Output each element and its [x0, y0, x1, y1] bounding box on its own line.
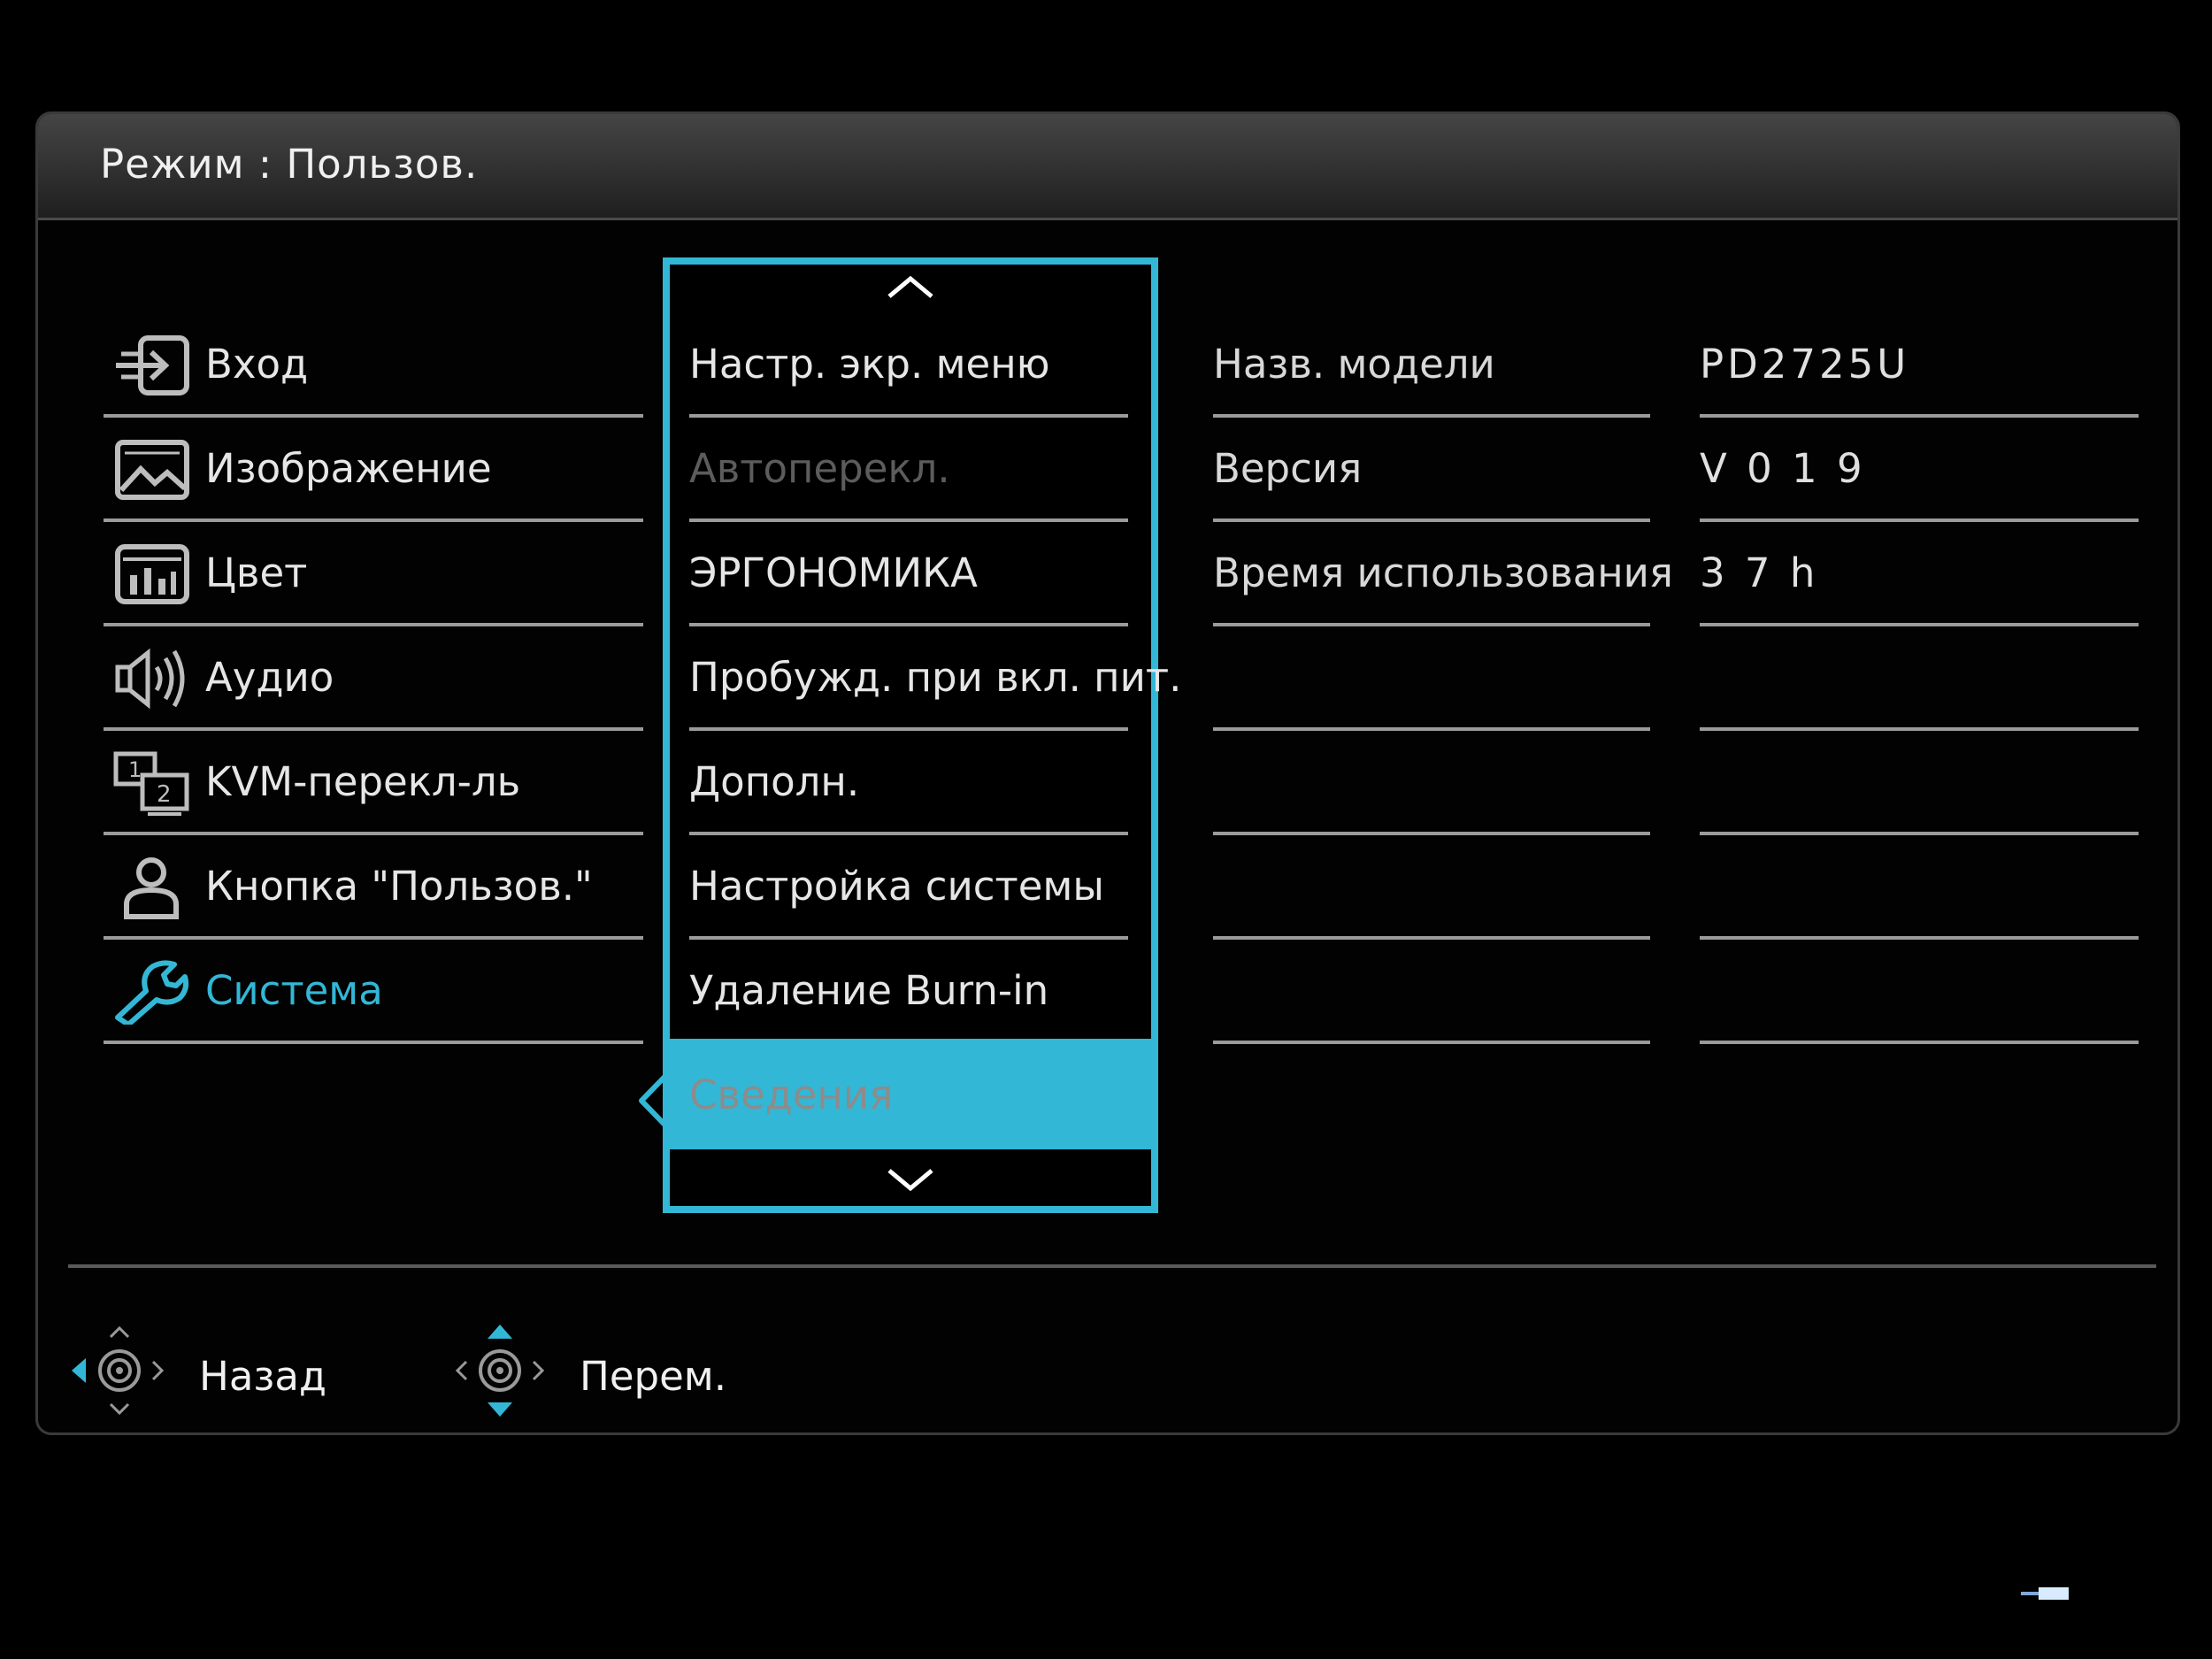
info-label-text: Время использования [1213, 549, 1673, 596]
menu-item-label: Аудио [205, 654, 334, 701]
wrench-icon [115, 960, 189, 1025]
osd-menu: Режим : Пользов. Вход Изображение Цвет А… [35, 111, 2180, 1435]
info-value-text: PD2725U [1700, 341, 1910, 388]
joystick-updown-icon [455, 1325, 545, 1417]
menu-item-input[interactable]: Вход [104, 313, 643, 418]
submenu-item-label: Настр. экр. меню [689, 341, 1050, 388]
kvm-icon: 1 2 [113, 751, 189, 816]
menu-item-kvm[interactable]: 1 2 KVM-перекл-ль [104, 731, 643, 835]
menu-item-custom-key[interactable]: Кнопка "Пользов." [104, 835, 643, 940]
menu-item-system[interactable]: Система [104, 940, 643, 1044]
menu-item-label: Цвет [205, 549, 308, 596]
scroll-down-icon[interactable] [884, 1167, 937, 1194]
info-label-model: Назв. модели [1213, 313, 1650, 418]
mode-title: Режим : Пользов. [100, 141, 479, 188]
submenu-item-wake-on-power[interactable]: Пробужд. при вкл. пит. [689, 626, 1181, 731]
info-value-text: V 0 1 9 [1700, 445, 1866, 492]
speaker-icon [115, 648, 185, 710]
submenu-item-advanced[interactable]: Дополн. [689, 731, 1128, 835]
submenu-item-label: Пробужд. при вкл. пит. [689, 654, 1182, 701]
footer-divider [68, 1264, 2156, 1268]
info-empty-row [1213, 835, 1650, 940]
info-empty-row [1700, 940, 2139, 1044]
svg-text:1: 1 [128, 757, 142, 782]
menu-item-color[interactable]: Цвет [104, 522, 643, 626]
info-empty-row [1213, 940, 1650, 1044]
info-empty-row [1700, 731, 2139, 835]
submenu-item-information[interactable]: Сведения [670, 1039, 1151, 1149]
submenu-item-system-settings[interactable]: Настройка системы [689, 835, 1128, 940]
submenu-item-auto-switch: Автоперекл. [689, 418, 1128, 522]
color-icon [115, 544, 189, 604]
info-label-text: Версия [1213, 445, 1363, 492]
title-bar: Режим : Пользов. [38, 114, 2177, 220]
power-led-icon [2021, 1587, 2069, 1600]
back-label: Назад [199, 1353, 327, 1400]
input-icon [116, 335, 189, 396]
info-label-usage-time: Время использования [1213, 522, 1673, 626]
info-value-usage-time: 3 7 h [1700, 522, 2139, 626]
info-empty-row [1700, 835, 2139, 940]
joystick-left-icon [72, 1325, 165, 1416]
menu-item-audio[interactable]: Аудио [104, 626, 643, 731]
submenu-item-label: Автоперекл. [689, 445, 950, 492]
move-label: Перем. [580, 1353, 727, 1400]
menu-item-label: Вход [205, 341, 309, 388]
user-icon [124, 857, 179, 919]
info-value-version: V 0 1 9 [1700, 418, 2139, 522]
menu-item-picture[interactable]: Изображение [104, 418, 643, 522]
info-value-model: PD2725U [1700, 313, 2139, 418]
submenu-selected-label: Сведения [689, 1071, 894, 1118]
submenu-item-label: Дополн. [689, 758, 860, 805]
submenu-item-label: Удаление Burn-in [689, 967, 1049, 1014]
info-value-text: 3 7 h [1700, 549, 1819, 596]
info-empty-row [1700, 626, 2139, 731]
menu-item-label: Изображение [205, 445, 492, 492]
scroll-up-icon[interactable] [884, 273, 937, 300]
info-empty-row [1213, 731, 1650, 835]
submenu-item-label: ЭРГОНОМИКА [689, 549, 978, 596]
submenu-item-osd-settings[interactable]: Настр. экр. меню [689, 313, 1128, 418]
submenu-panel: Настр. экр. меню Автоперекл. ЭРГОНОМИКА … [663, 257, 1181, 1213]
menu-item-label: Система [205, 967, 383, 1014]
picture-icon [115, 440, 189, 500]
submenu-item-label: Настройка системы [689, 863, 1104, 910]
submenu-item-ergonomics[interactable]: ЭРГОНОМИКА [689, 522, 1128, 626]
info-label-version: Версия [1213, 418, 1650, 522]
svg-text:2: 2 [157, 781, 172, 808]
menu-item-label: KVM-перекл-ль [205, 758, 521, 805]
info-label-text: Назв. модели [1213, 341, 1495, 388]
info-empty-row [1213, 626, 1650, 731]
submenu-item-burn-in[interactable]: Удаление Burn-in [689, 940, 1128, 1044]
menu-item-label: Кнопка "Пользов." [205, 863, 593, 910]
